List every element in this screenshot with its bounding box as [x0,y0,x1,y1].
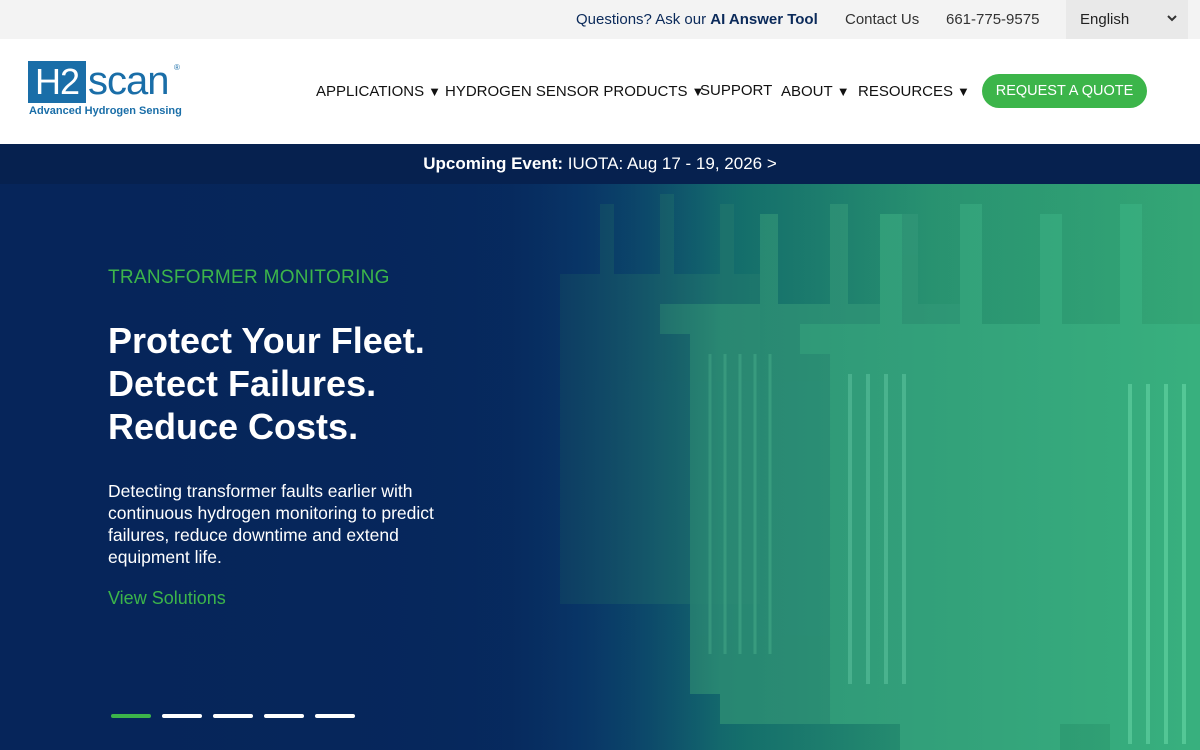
view-solutions-link[interactable]: View Solutions [108,588,226,609]
dropdown-arrow-icon: ▼ [957,84,970,99]
chevron-down-icon [1167,15,1177,22]
contact-us-link[interactable]: Contact Us [845,11,919,28]
event-banner[interactable]: Upcoming Event: IUOTA: Aug 17 - 19, 2026… [0,144,1200,184]
event-text: IUOTA: Aug 17 - 19, 2026 > [563,154,777,173]
nav-label: SUPPORT [700,82,773,99]
logo-mark: H2 [28,61,86,103]
hero-headline: Protect Your Fleet. Detect Failures. Red… [108,319,425,448]
hero-description: Detecting transformer faults earlier wit… [108,481,434,567]
nav-hydrogen-sensor-products[interactable]: HYDROGEN SENSOR PRODUCTS ▼ [445,83,704,100]
language-select[interactable]: English [1066,0,1188,39]
nav-support[interactable]: SUPPORT [700,82,772,99]
nav-label: RESOURCES [858,83,954,100]
site-header: H2 scan ® Advanced Hydrogen Sensing APPL… [0,39,1200,144]
utility-bar: Questions? Ask our AI Answer Tool Contac… [0,0,1200,39]
nav-label: HYDROGEN SENSOR PRODUCTS [445,83,688,100]
nav-label: ABOUT [781,83,833,100]
ask-prefix: Questions? Ask our [576,11,711,28]
nav-resources[interactable]: RESOURCES ▼ [858,83,970,100]
slide-dot-3[interactable] [213,714,253,718]
slide-dot-2[interactable] [162,714,202,718]
hero-eyebrow: TRANSFORMER MONITORING [108,267,390,288]
headline-line: Detect Failures. [108,363,377,404]
hero-slider: TRANSFORMER MONITORING Protect Your Flee… [0,184,1200,750]
logo-wordmark: scan [88,59,169,103]
h2scan-logo[interactable]: H2 scan ® Advanced Hydrogen Sensing [28,59,188,121]
ai-answer-prompt[interactable]: Questions? Ask our AI Answer Tool [576,11,818,28]
headline-line: Protect Your Fleet. [108,320,425,361]
logo-registered: ® [174,63,180,72]
slide-dot-1[interactable] [111,714,151,718]
dropdown-arrow-icon: ▼ [836,84,850,99]
nav-about[interactable]: ABOUT ▼ [781,83,850,100]
slide-dot-4[interactable] [264,714,304,718]
event-label: Upcoming Event: [423,154,564,173]
request-quote-button[interactable]: REQUEST A QUOTE [982,74,1147,108]
slide-dot-5[interactable] [315,714,355,718]
dropdown-arrow-icon: ▼ [428,84,441,99]
language-value: English [1080,11,1130,28]
logo-tagline: Advanced Hydrogen Sensing [29,105,182,117]
nav-label: APPLICATIONS [316,83,425,100]
headline-line: Reduce Costs. [108,406,359,447]
ai-answer-tool-link[interactable]: AI Answer Tool [710,11,818,28]
phone-link[interactable]: 661-775-9575 [946,11,1039,28]
nav-applications[interactable]: APPLICATIONS ▼ [316,83,441,100]
